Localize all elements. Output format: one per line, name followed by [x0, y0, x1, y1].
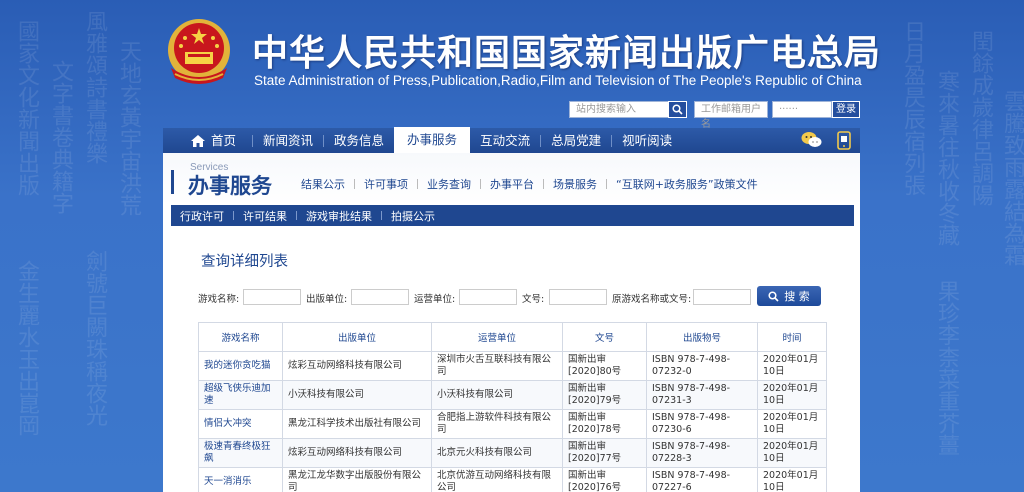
table-cell: 深圳市火舌互联科技有限公司	[431, 351, 563, 381]
filter-label-game-name: 游戏名称:	[198, 294, 240, 305]
table-cell: ISBN 978-7-498-07230-6	[646, 409, 758, 439]
site-title: 中华人民共和国国家新闻出版广电总局	[252, 33, 882, 74]
home-icon	[191, 134, 205, 147]
table-row: 情侣大冲突 黑龙江科学技术出版社有限公司 合肥指上游软件科技有限公司 国新出审[…	[198, 409, 827, 439]
doc-number-input[interactable]	[549, 289, 607, 305]
column-header: 运营单位	[431, 322, 563, 352]
column-header: 游戏名称	[198, 322, 283, 352]
nav-item-government-info[interactable]: 政务信息	[324, 128, 394, 153]
main-nav: 首页 新闻资讯 政务信息 办事服务 互动交流 总局党建 视听阅读	[163, 127, 860, 154]
table-cell: 黑龙江科学技术出版社有限公司	[282, 409, 432, 439]
tab-administrative-permit[interactable]: 行政许可	[171, 208, 233, 224]
nav-item-news[interactable]: 新闻资讯	[253, 128, 323, 153]
section-title: 办事服务	[188, 174, 272, 198]
link-results-publicity[interactable]: 结果公示	[292, 176, 354, 192]
national-emblem-icon	[163, 16, 235, 90]
section-header: Services 办事服务 结果公示 许可事项 业务查询 办事平台 场景服务 “…	[163, 153, 860, 205]
table-cell: ISBN 978-7-498-07228-3	[646, 438, 758, 468]
table-cell: ISBN 978-7-498-07232-0	[646, 351, 758, 381]
filter-label-publisher: 出版单位:	[306, 294, 348, 305]
search-button-label: 搜 索	[784, 290, 810, 303]
table-cell: 合肥指上游软件科技有限公司	[431, 409, 563, 439]
operator-input[interactable]	[459, 289, 517, 305]
table-row: 极速青春终极狂飙 炫彩互动网络科技有限公司 北京元火科技有限公司 国新出审[20…	[198, 438, 827, 468]
game-name-link[interactable]: 天一消消乐	[198, 467, 283, 492]
filter-label-doc-number: 文号:	[522, 294, 545, 305]
table-cell: 北京元火科技有限公司	[431, 438, 563, 468]
tab-filming-publicity[interactable]: 拍摄公示	[382, 208, 444, 224]
nav-item-interaction[interactable]: 互动交流	[470, 128, 540, 153]
game-name-link[interactable]: 超级飞侠乐迪加速	[198, 380, 283, 410]
table-cell: 国新出审[2020]79号	[562, 380, 647, 410]
table-cell: 2020年01月10日	[757, 380, 827, 410]
game-name-link[interactable]: 我的迷你贪吃猫	[198, 351, 283, 381]
query-search-button[interactable]: 搜 索	[757, 286, 821, 306]
table-row: 我的迷你贪吃猫 炫彩互动网络科技有限公司 深圳市火舌互联科技有限公司 国新出审[…	[198, 351, 827, 381]
results-table: 游戏名称 出版单位 运营单位 文号 出版物号 时间 我的迷你贪吃猫 炫彩互动网络…	[198, 322, 827, 492]
original-name-input[interactable]	[693, 289, 751, 305]
search-icon[interactable]	[668, 101, 687, 118]
game-name-input[interactable]	[243, 289, 301, 305]
table-header-row: 游戏名称 出版单位 运营单位 文号 出版物号 时间	[198, 322, 827, 352]
mobile-app-icon[interactable]	[837, 131, 851, 150]
email-username-field[interactable]: 工作邮箱用户名	[694, 101, 768, 130]
table-cell: 国新出审[2020]77号	[562, 438, 647, 468]
table-cell: 国新出审[2020]80号	[562, 351, 647, 381]
section-links: 结果公示 许可事项 业务查询 办事平台 场景服务 “互联网+政务服务”政策文件	[292, 176, 767, 192]
game-name-link[interactable]: 极速青春终极狂飙	[198, 438, 283, 468]
nav-item-party-building[interactable]: 总局党建	[541, 128, 611, 153]
nav-item-home[interactable]: 首页	[163, 128, 252, 153]
filter-label-original-name: 原游戏名称或文号:	[612, 294, 692, 305]
table-cell: 2020年01月10日	[757, 409, 827, 439]
link-internet-plus-policy[interactable]: “互联网+政务服务”政策文件	[607, 176, 767, 192]
link-scenario-services[interactable]: 场景服务	[544, 176, 606, 192]
table-cell: 2020年01月10日	[757, 467, 827, 492]
table-cell: 炫彩互动网络科技有限公司	[282, 438, 432, 468]
link-permit-items[interactable]: 许可事项	[355, 176, 417, 192]
game-name-link[interactable]: 情侣大冲突	[198, 409, 283, 439]
table-cell: 北京优游互动网络科技有限公司	[431, 467, 563, 492]
column-header: 出版物号	[646, 322, 758, 352]
content-panel: Services 办事服务 结果公示 许可事项 业务查询 办事平台 场景服务 “…	[163, 153, 860, 492]
query-title: 查询详细列表	[201, 254, 288, 270]
nav-item-services[interactable]: 办事服务	[394, 127, 471, 154]
password-field[interactable]: ······	[772, 101, 832, 118]
column-header: 出版单位	[282, 322, 432, 352]
table-cell: 小沃科技有限公司	[431, 380, 563, 410]
publisher-input[interactable]	[351, 289, 409, 305]
column-header: 文号	[562, 322, 647, 352]
login-button[interactable]: 登录	[832, 101, 860, 118]
table-cell: 炫彩互动网络科技有限公司	[282, 351, 432, 381]
sub-nav: 行政许可 许可结果 游戏审批结果 拍摄公示	[171, 205, 854, 226]
table-cell: 国新出审[2020]76号	[562, 467, 647, 492]
link-business-query[interactable]: 业务查询	[418, 176, 480, 192]
table-cell: 黑龙江龙华数字出版股份有限公司	[282, 467, 432, 492]
table-row: 天一消消乐 黑龙江龙华数字出版股份有限公司 北京优游互动网络科技有限公司 国新出…	[198, 467, 827, 492]
table-cell: 2020年01月10日	[757, 351, 827, 381]
filter-label-operator: 运营单位:	[414, 294, 456, 305]
table-cell: ISBN 978-7-498-07231-3	[646, 380, 758, 410]
section-accent-bar	[171, 170, 174, 194]
table-cell: 2020年01月10日	[757, 438, 827, 468]
table-cell: 国新出审[2020]78号	[562, 409, 647, 439]
column-header: 时间	[757, 322, 827, 352]
wechat-icon[interactable]	[801, 131, 823, 149]
site-title-en: State Administration of Press,Publicatio…	[254, 73, 862, 88]
nav-item-audiovisual[interactable]: 视听阅读	[612, 128, 682, 153]
nav-item-label: 首页	[211, 133, 237, 148]
site-search-input[interactable]: 站内搜索输入	[569, 101, 669, 118]
link-service-platform[interactable]: 办事平台	[481, 176, 543, 192]
table-cell: 小沃科技有限公司	[282, 380, 432, 410]
table-cell: ISBN 978-7-498-07227-6	[646, 467, 758, 492]
tab-permit-results[interactable]: 许可结果	[234, 208, 296, 224]
tab-game-approval-results[interactable]: 游戏审批结果	[297, 208, 381, 224]
table-row: 超级飞侠乐迪加速 小沃科技有限公司 小沃科技有限公司 国新出审[2020]79号…	[198, 380, 827, 410]
search-icon	[768, 290, 779, 302]
